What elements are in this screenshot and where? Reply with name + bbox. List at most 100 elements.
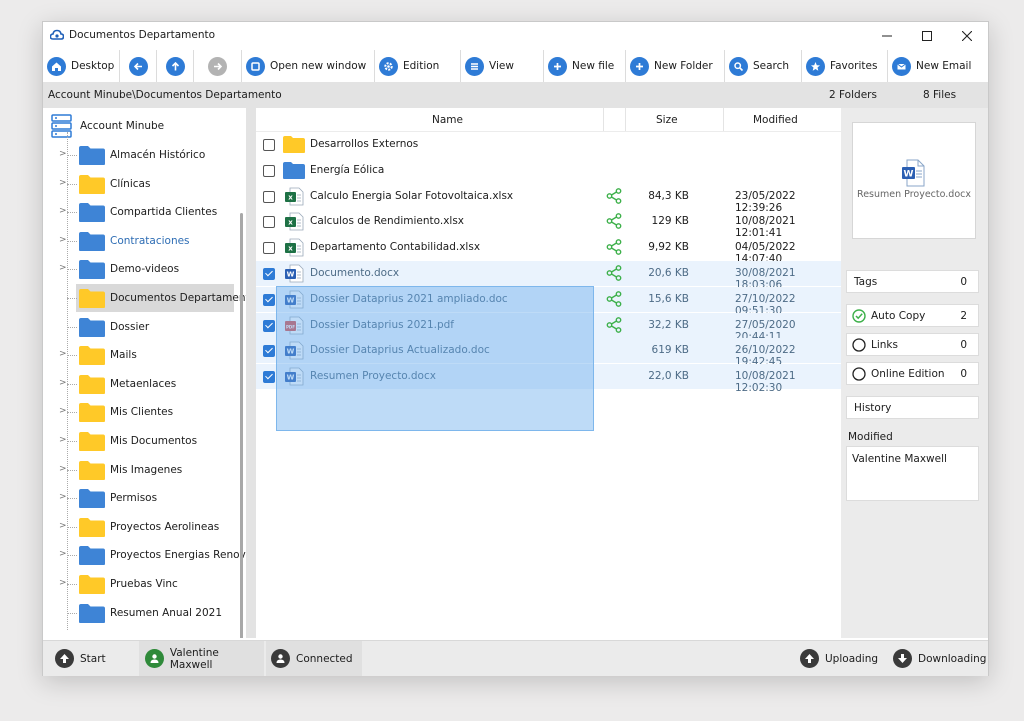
chevron-right-icon[interactable]: > xyxy=(59,464,67,474)
online-edition-button[interactable]: Online Edition 0 xyxy=(846,362,979,385)
tree-item[interactable]: > Contrataciones xyxy=(43,227,238,255)
share-icon[interactable] xyxy=(606,316,622,336)
folder-icon xyxy=(78,517,106,538)
row-checkbox[interactable] xyxy=(263,319,275,332)
tree-item-label: Dossier xyxy=(110,320,150,333)
radio-circle-icon xyxy=(852,367,866,381)
row-checkbox[interactable] xyxy=(263,371,275,384)
tags-button[interactable]: Tags 0 xyxy=(846,270,979,293)
tree-item-label: Mis Documentos xyxy=(110,435,198,447)
uploading-button[interactable]: Uploading xyxy=(800,641,878,676)
row-checkbox[interactable] xyxy=(263,268,275,280)
forward-button[interactable] xyxy=(194,50,242,82)
maximize-button[interactable] xyxy=(909,25,945,47)
share-icon[interactable] xyxy=(606,187,622,207)
row-checkbox[interactable] xyxy=(263,190,275,203)
chevron-right-icon[interactable]: > xyxy=(59,149,67,159)
column-size-header[interactable]: Size xyxy=(656,114,678,126)
chevron-right-icon[interactable]: > xyxy=(59,549,67,559)
tree-item[interactable]: > Proyectos Aerolineas xyxy=(43,513,238,541)
tree-item[interactable]: > Compartida Clientes xyxy=(43,198,238,226)
tree-item[interactable]: > Mis Documentos xyxy=(43,427,238,455)
cloud-app-icon xyxy=(50,29,64,40)
table-row[interactable]: x Calculo Energia Solar Fotovoltaica.xlsx… xyxy=(256,184,841,214)
row-checkbox[interactable] xyxy=(263,216,275,229)
new-email-button[interactable]: New Email xyxy=(888,50,988,82)
tree-connector xyxy=(67,183,77,185)
up-button[interactable] xyxy=(157,50,194,82)
tree-item[interactable]: Dossier xyxy=(43,313,238,341)
close-button[interactable] xyxy=(949,25,985,47)
row-checkbox[interactable] xyxy=(263,293,275,306)
downloading-button[interactable]: Downloading xyxy=(893,641,986,676)
share-icon[interactable] xyxy=(606,239,622,258)
new-file-button[interactable]: New file xyxy=(544,50,626,82)
tree-item[interactable]: > Proyectos Energias Renova xyxy=(43,541,246,569)
chevron-right-icon[interactable]: > xyxy=(59,378,67,388)
table-row[interactable]: W Documento.docx 20,6 KB 30/08/2021 18:03:0… xyxy=(256,261,841,291)
tree-connector xyxy=(67,326,77,328)
history-button[interactable]: History xyxy=(846,396,979,419)
title-bar: Documentos Departamento xyxy=(43,22,988,49)
chevron-right-icon[interactable]: > xyxy=(59,235,67,245)
back-button[interactable] xyxy=(120,50,157,82)
view-button[interactable]: View xyxy=(461,50,544,82)
chevron-right-icon[interactable]: > xyxy=(59,521,67,531)
open-new-window-button[interactable]: Open new window xyxy=(242,50,375,82)
tree-item[interactable]: > Demo-videos xyxy=(43,255,238,283)
column-name-header[interactable]: Name xyxy=(432,114,463,126)
file-preview: W Resumen Proyecto.docx xyxy=(852,122,976,239)
tree-item[interactable]: > Permisos xyxy=(43,484,238,512)
chevron-right-icon[interactable]: > xyxy=(59,492,67,502)
chevron-right-icon[interactable]: > xyxy=(59,406,67,416)
chevron-right-icon[interactable]: > xyxy=(59,178,67,188)
table-row[interactable]: Energía Eólica xyxy=(256,158,841,183)
share-icon[interactable] xyxy=(606,213,622,232)
tree-item[interactable]: > Almacén Histórico xyxy=(43,141,238,169)
xlsx-file-icon: x xyxy=(282,187,306,206)
tree-item[interactable]: Resumen Anual 2021 xyxy=(43,599,238,627)
history-label: History xyxy=(854,402,892,414)
row-checkbox[interactable] xyxy=(263,242,275,255)
desktop-button[interactable]: Desktop xyxy=(43,50,120,82)
share-icon[interactable] xyxy=(606,290,622,310)
tree-item[interactable]: > Mis Imagenes xyxy=(43,456,238,484)
list-header: Name Size Modified xyxy=(256,108,841,132)
chevron-right-icon[interactable]: > xyxy=(59,578,67,588)
chevron-right-icon[interactable]: > xyxy=(59,435,67,445)
tree-connector xyxy=(67,469,77,471)
tree-item-label: Contrataciones xyxy=(110,234,190,247)
row-checkbox[interactable] xyxy=(263,139,275,151)
tree-item-label: Pruebas Vinc xyxy=(110,578,178,590)
start-button[interactable]: Start xyxy=(55,641,145,676)
chevron-right-icon[interactable]: > xyxy=(59,206,67,216)
column-modified-header[interactable]: Modified xyxy=(753,114,798,126)
table-row[interactable]: x Calculos de Rendimiento.xlsx 129 KB 10/08… xyxy=(256,209,841,239)
tree-item[interactable]: > Pruebas Vinc xyxy=(43,570,238,598)
table-row[interactable]: Desarrollos Externos xyxy=(256,132,841,157)
links-button[interactable]: Links 0 xyxy=(846,333,979,356)
tree-item[interactable]: > Mis Clientes xyxy=(43,398,238,426)
tree-connector xyxy=(67,526,77,528)
row-checkbox[interactable] xyxy=(263,164,275,177)
chevron-right-icon[interactable]: > xyxy=(59,263,67,273)
share-icon[interactable] xyxy=(606,265,622,284)
tree-item[interactable]: > Clínicas xyxy=(43,170,238,198)
search-button[interactable]: Search xyxy=(725,50,802,82)
tree-vertical-scrollbar[interactable] xyxy=(240,213,243,638)
file-name: Calculo Energia Solar Fotovoltaica.xlsx xyxy=(310,189,514,202)
favorites-button[interactable]: Favorites xyxy=(802,50,888,82)
table-row[interactable]: x Departamento Contabilidad.xlsx 9,92 KB 04… xyxy=(256,235,841,265)
minimize-button[interactable] xyxy=(869,25,905,47)
folder-icon xyxy=(78,345,106,366)
tree-item[interactable]: > Metaenlaces xyxy=(43,370,238,398)
tree-item[interactable]: > Mails xyxy=(43,341,238,369)
row-checkbox[interactable] xyxy=(263,345,275,358)
chevron-right-icon[interactable]: > xyxy=(59,349,67,359)
links-count: 0 xyxy=(960,339,967,351)
tree-item[interactable]: Documentos Departament xyxy=(43,284,246,312)
auto-copy-button[interactable]: Auto Copy 2 xyxy=(846,304,979,327)
new-folder-button[interactable]: New Folder xyxy=(626,50,725,82)
pane-splitter[interactable] xyxy=(246,108,256,638)
edition-button[interactable]: Edition xyxy=(375,50,461,82)
